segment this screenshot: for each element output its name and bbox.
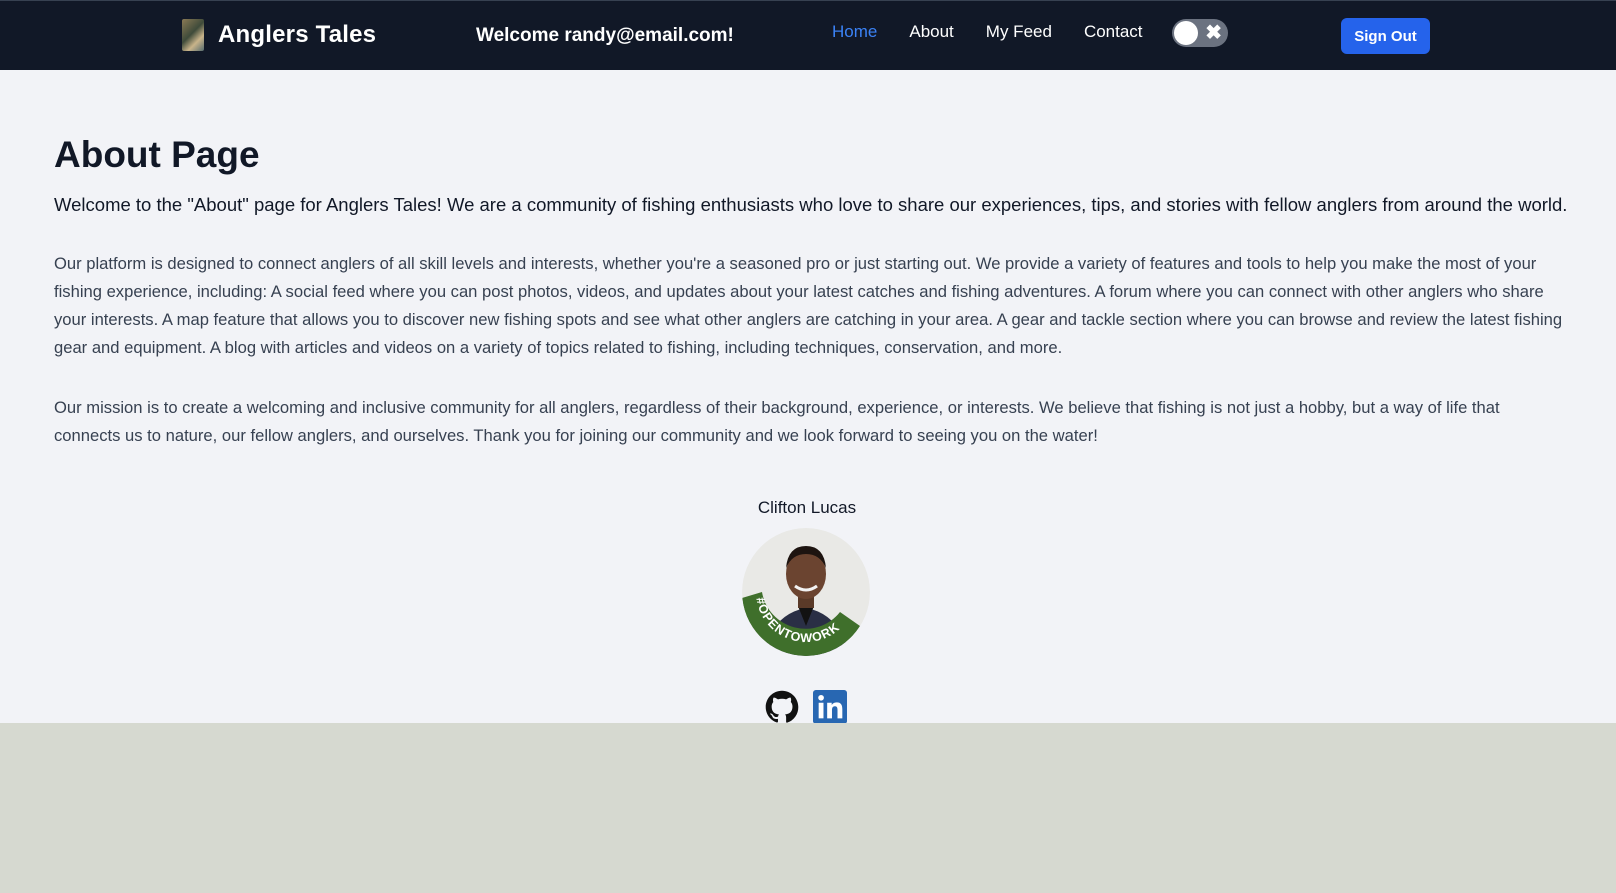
nav-link-home[interactable]: Home <box>832 22 877 42</box>
welcome-message: Welcome randy@email.com! <box>476 25 734 46</box>
about-main: About Page Welcome to the "About" page f… <box>0 70 1616 723</box>
brand[interactable]: Anglers Tales <box>182 19 376 51</box>
brand-name: Anglers Tales <box>218 21 377 48</box>
nav-link-contact[interactable]: Contact <box>1084 22 1143 42</box>
about-paragraph-mission: Our mission is to create a welcoming and… <box>54 398 1500 445</box>
nav-link-my-feed[interactable]: My Feed <box>986 22 1052 42</box>
brand-logo-image <box>182 19 204 51</box>
toggle-knob <box>1174 21 1198 45</box>
about-paragraph-platform: Our platform is designed to connect angl… <box>54 254 1563 357</box>
theme-toggle[interactable]: ✖ <box>1172 19 1228 47</box>
github-icon[interactable] <box>765 690 799 724</box>
nav-links: Home About My Feed Contact <box>832 22 1175 42</box>
sign-out-button[interactable]: Sign Out <box>1341 18 1430 54</box>
top-navbar: Anglers Tales Welcome randy@email.com! H… <box>0 0 1616 70</box>
page-bottom-area <box>0 723 1616 893</box>
member-name: Clifton Lucas <box>757 498 857 517</box>
page-title: About Page <box>54 134 260 175</box>
team-member-card: Clifton Lucas #OPENTOWORK <box>0 498 1616 656</box>
avatar: #OPENTOWORK <box>742 528 870 656</box>
social-links <box>765 690 861 724</box>
intro-text: Welcome to the "About" page for Anglers … <box>54 194 1568 215</box>
linkedin-icon[interactable] <box>813 690 847 724</box>
close-icon: ✖ <box>1205 22 1222 44</box>
nav-link-about[interactable]: About <box>909 22 953 42</box>
